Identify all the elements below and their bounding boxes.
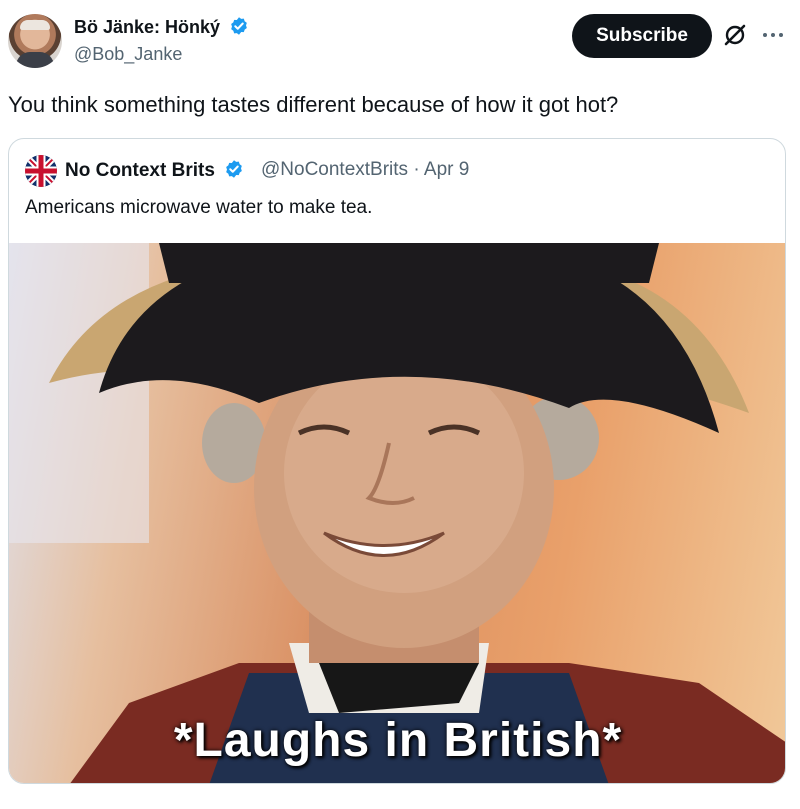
verified-badge-icon (226, 160, 243, 178)
verified-badge-icon (231, 17, 247, 35)
quoted-date[interactable]: Apr 9 (424, 159, 469, 180)
author-name-row[interactable]: Bö Jänke: Hönký (74, 16, 249, 38)
meme-illustration (9, 243, 785, 783)
tweet-text: You think something tastes different bec… (8, 92, 619, 117)
quoted-name-row[interactable]: No Context Brits (65, 159, 244, 182)
quoted-name[interactable]: No Context Brits (65, 160, 215, 181)
quoted-media-image[interactable]: *Laughs in British* (9, 243, 785, 783)
avatar-shirt (16, 52, 54, 68)
more-icon[interactable] (760, 22, 786, 48)
grok-icon[interactable] (722, 22, 748, 48)
avatar-hair (20, 20, 50, 30)
meme-caption: *Laughs in British* (173, 714, 623, 767)
quoted-avatar[interactable] (25, 155, 57, 187)
union-jack-flag-icon (25, 155, 57, 187)
author-handle[interactable]: @Bob_Janke (74, 44, 182, 65)
meta-separator: · (413, 159, 420, 180)
quoted-handle[interactable]: @NoContextBrits (261, 159, 408, 180)
author-name[interactable]: Bö Jänke: Hönký (74, 17, 220, 37)
author-avatar[interactable] (8, 14, 62, 68)
quoted-meta: @NoContextBrits · Apr 9 (261, 159, 469, 181)
quoted-tweet[interactable]: No Context Brits @NoContextBrits · Apr 9… (8, 138, 786, 784)
subscribe-button[interactable]: Subscribe (572, 14, 712, 58)
quoted-text: Americans microwave water to make tea. (25, 197, 373, 218)
